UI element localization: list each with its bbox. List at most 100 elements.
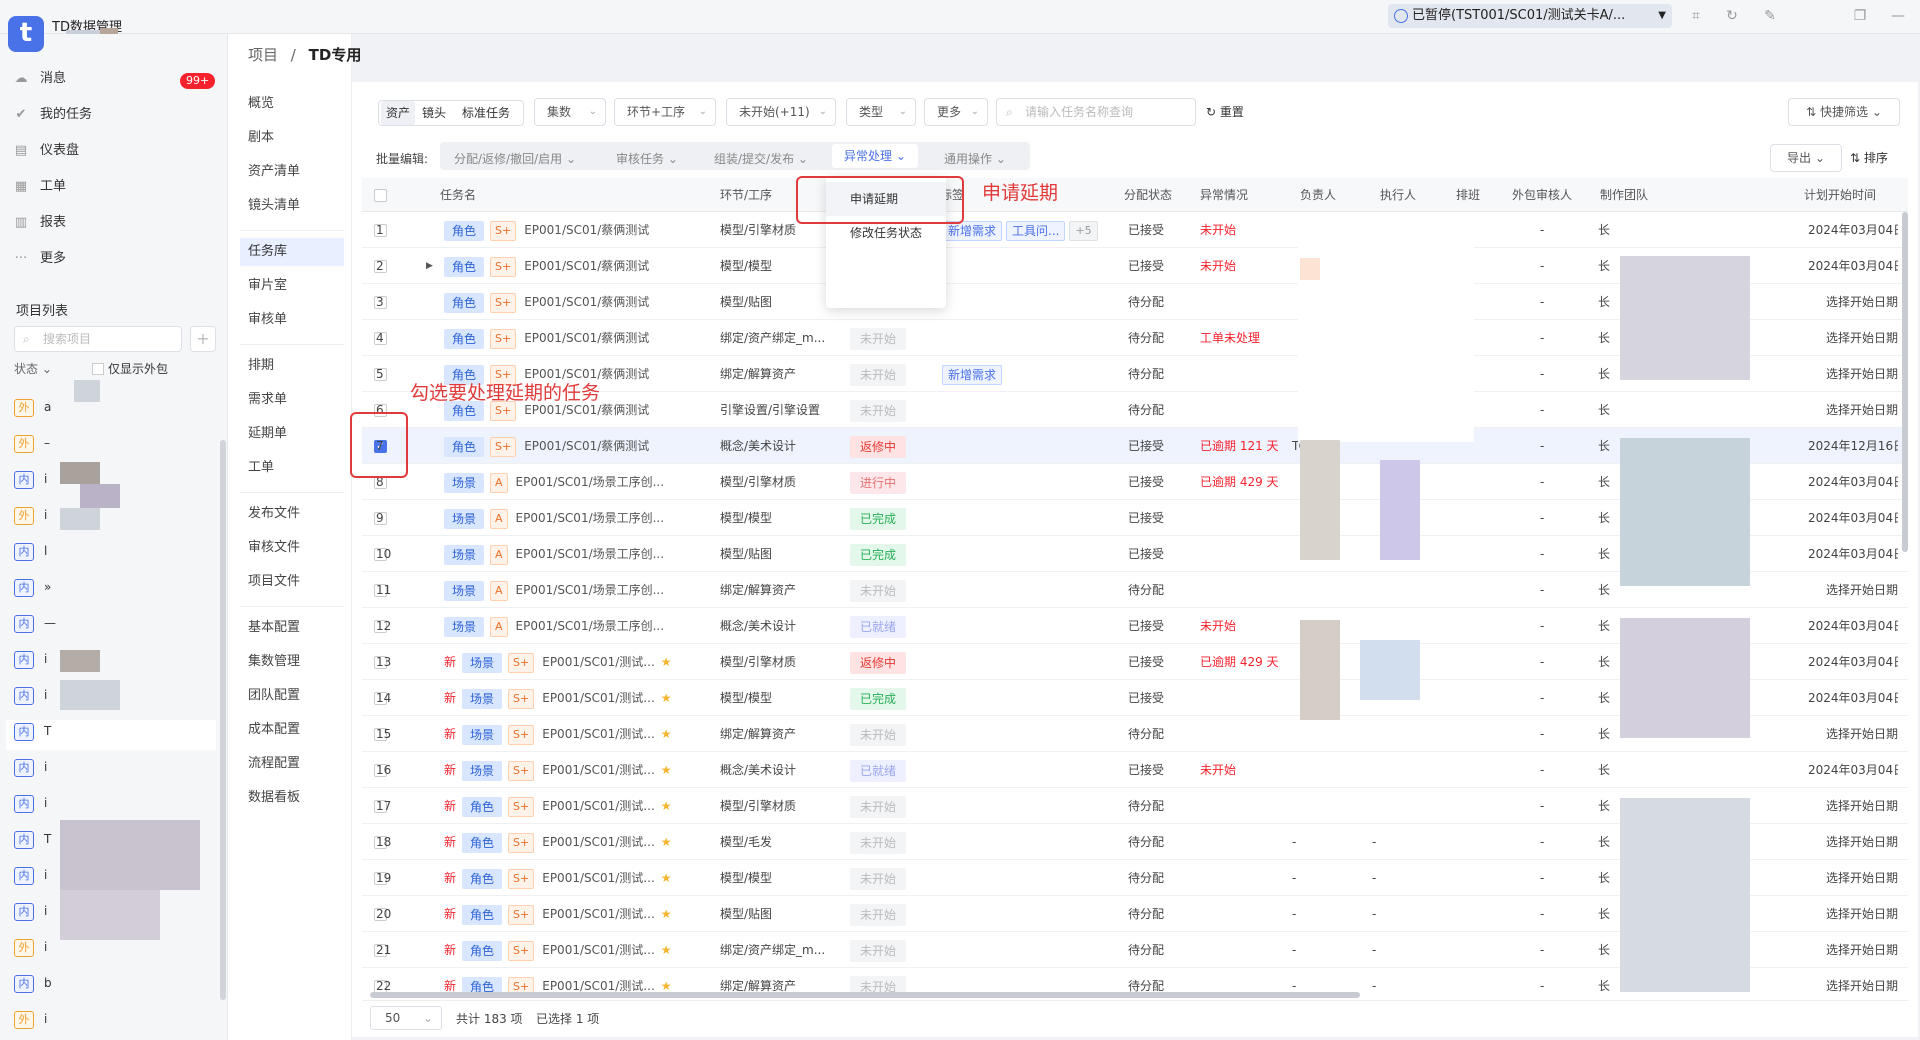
star-icon[interactable]: ★ xyxy=(661,655,672,669)
plan-start-date[interactable]: 2024年03月04日 xyxy=(1808,644,1898,680)
plan-start-date[interactable]: 选择开始日期 xyxy=(1808,968,1898,994)
plan-start-date[interactable]: 2024年03月04日 xyxy=(1808,248,1898,284)
star-icon[interactable]: ★ xyxy=(661,907,672,921)
project-nav-group3-1[interactable]: 需求单 xyxy=(240,386,344,414)
page-size-select[interactable]: 50 ⌄ xyxy=(370,1006,442,1030)
task-name-cell[interactable]: 新角色 S+ EP001/SC01/测试... ★ xyxy=(444,968,714,994)
project-nav-group5-4[interactable]: 流程配置 xyxy=(240,750,344,778)
running-task-selector[interactable]: 已暂停(TST001/SC01/测试关卡A/... ▼ xyxy=(1388,4,1672,28)
task-name-cell[interactable]: 新场景 S+ EP001/SC01/测试... ★ xyxy=(444,716,714,752)
col-outsource-reviewer[interactable]: 外包审核人 xyxy=(1512,178,1572,212)
plan-start-date[interactable]: 2024年03月04日 xyxy=(1808,500,1898,536)
tab-asset[interactable]: 资产 xyxy=(381,101,415,125)
nav-item-2[interactable]: ▤ 仪表盘 xyxy=(12,134,212,168)
col-task-name[interactable]: 任务名 xyxy=(440,178,476,212)
project-nav-group2-1[interactable]: 审片室 xyxy=(240,272,344,300)
plan-start-date[interactable]: 选择开始日期 xyxy=(1808,932,1898,968)
only-external-checkbox[interactable]: 仅显示外包 xyxy=(92,360,168,377)
step-filter[interactable]: 环节+工序 ⌄ xyxy=(614,98,716,126)
task-name-cell[interactable]: 新场景 S+ EP001/SC01/测试... ★ xyxy=(444,644,714,680)
project-name[interactable]: T xyxy=(44,832,54,846)
executor[interactable]: - xyxy=(1372,860,1376,896)
horizontal-scrollbar[interactable] xyxy=(370,992,1360,998)
owner[interactable]: - xyxy=(1292,860,1296,896)
task-name-cell[interactable]: 角色 S+ EP001/SC01/蔡俩测试 xyxy=(444,248,714,284)
refresh-icon[interactable]: ↻ xyxy=(1724,8,1740,24)
col-exception[interactable]: 异常情况 xyxy=(1200,178,1248,212)
task-name-cell[interactable]: 场景 A EP001/SC01/场景工序创... xyxy=(444,464,714,500)
restore-icon[interactable]: ❐ xyxy=(1852,8,1868,24)
star-icon[interactable]: ★ xyxy=(661,871,672,885)
col-executor[interactable]: 执行人 xyxy=(1380,178,1416,212)
project-search-input[interactable]: ⌕ 搜索项目 xyxy=(14,326,182,352)
owner[interactable]: - xyxy=(1292,968,1296,994)
project-name[interactable]: i xyxy=(44,760,54,774)
project-name[interactable]: l xyxy=(44,544,54,558)
pin-icon[interactable]: ✎ xyxy=(1762,8,1778,24)
project-nav-group2-0[interactable]: 任务库 xyxy=(240,238,344,266)
status-filter[interactable]: 状态 ⌄ xyxy=(14,360,52,377)
table-row[interactable]: 16 新场景 S+ EP001/SC01/测试... ★ 概念/美术设计 已就绪 已接受 未开始… xyxy=(362,752,1908,788)
col-step[interactable]: 环节/工序 xyxy=(720,178,772,212)
reset-button[interactable]: ↻ 重置 xyxy=(1206,98,1244,126)
tab-shot[interactable]: 镜头 xyxy=(419,101,449,125)
project-nav-group3-0[interactable]: 排期 xyxy=(240,352,344,380)
project-nav-group4-2[interactable]: 项目文件 xyxy=(240,568,344,596)
select-all-checkbox[interactable] xyxy=(374,189,387,202)
task-name-cell[interactable]: 新角色 S+ EP001/SC01/测试... ★ xyxy=(444,788,714,824)
task-name-cell[interactable]: 新角色 S+ EP001/SC01/测试... ★ xyxy=(444,896,714,932)
col-plan-start[interactable]: 计划开始时间 xyxy=(1804,178,1876,212)
project-name[interactable]: b xyxy=(44,976,54,990)
plan-start-date[interactable]: 2024年03月04日 xyxy=(1808,464,1898,500)
executor[interactable]: - xyxy=(1372,932,1376,968)
more-tags[interactable]: +5 xyxy=(1069,220,1098,241)
project-nav-group5-5[interactable]: 数据看板 xyxy=(240,784,344,812)
plan-start-date[interactable]: 选择开始日期 xyxy=(1808,716,1898,752)
table-row[interactable]: 1 角色 S+ EP001/SC01/蔡俩测试 模型/引擎材质 新增需求 工具问... +5 已… xyxy=(362,212,1908,248)
project-nav-group1-1[interactable]: 剧本 xyxy=(240,124,344,152)
plan-start-date[interactable]: 选择开始日期 xyxy=(1808,284,1898,320)
batch-general-dropdown[interactable]: 通用操作 ⌄ xyxy=(944,150,1006,167)
plan-start-date[interactable]: 2024年03月04日 xyxy=(1808,608,1898,644)
plan-start-date[interactable]: 选择开始日期 xyxy=(1808,860,1898,896)
owner[interactable]: - xyxy=(1292,824,1296,860)
plan-start-date[interactable]: 2024年03月04日 xyxy=(1808,680,1898,716)
project-name[interactable]: i xyxy=(44,472,54,486)
project-nav-group5-1[interactable]: 集数管理 xyxy=(240,648,344,676)
more-filter[interactable]: 更多 ⌄ xyxy=(924,98,988,126)
vertical-scrollbar[interactable] xyxy=(1902,212,1908,552)
executor[interactable]: - xyxy=(1372,896,1376,932)
task-name-cell[interactable]: 场景 A EP001/SC01/场景工序创... xyxy=(444,500,714,536)
episode-filter[interactable]: 集数 ⌄ xyxy=(534,98,606,126)
nav-item-5[interactable]: ··· 更多 xyxy=(12,242,212,276)
project-nav-group1-3[interactable]: 镜头清单 xyxy=(240,192,344,220)
star-icon[interactable]: ★ xyxy=(661,835,672,849)
star-icon[interactable]: ★ xyxy=(661,727,672,741)
task-name-cell[interactable]: 角色 S+ EP001/SC01/蔡俩测试 xyxy=(444,284,714,320)
task-name-cell[interactable]: 角色 S+ EP001/SC01/蔡俩测试 xyxy=(444,320,714,356)
task-name-cell[interactable]: 新角色 S+ EP001/SC01/测试... ★ xyxy=(444,824,714,860)
project-name[interactable]: i xyxy=(44,688,54,702)
project-nav-group5-3[interactable]: 成本配置 xyxy=(240,716,344,744)
tag-chip[interactable]: 工具问... xyxy=(1006,220,1066,241)
add-project-button[interactable]: + xyxy=(190,326,216,352)
batch-assemble-dropdown[interactable]: 组装/提交/发布 ⌄ xyxy=(714,150,808,167)
task-name-cell[interactable]: 场景 A EP001/SC01/场景工序创... xyxy=(444,536,714,572)
owner[interactable]: - xyxy=(1292,932,1296,968)
sidebar-scrollbar[interactable] xyxy=(220,440,226,1000)
project-name[interactable]: i xyxy=(44,868,54,882)
star-icon[interactable]: ★ xyxy=(661,763,672,777)
quick-filter-button[interactable]: ⇅ 快捷筛选 ⌄ xyxy=(1788,98,1900,126)
project-nav-group5-2[interactable]: 团队配置 xyxy=(240,682,344,710)
gamepad-icon[interactable]: ⌗ xyxy=(1688,8,1704,24)
star-icon[interactable]: ★ xyxy=(661,691,672,705)
task-name-cell[interactable]: 新场景 S+ EP001/SC01/测试... ★ xyxy=(444,680,714,716)
project-nav-group3-3[interactable]: 工单 xyxy=(240,454,344,482)
project-nav-group5-0[interactable]: 基本配置 xyxy=(240,614,344,642)
col-assign-status[interactable]: 分配状态 xyxy=(1124,178,1172,212)
sort-button[interactable]: ⇅ 排序 xyxy=(1850,144,1888,172)
project-nav-group4-0[interactable]: 发布文件 xyxy=(240,500,344,528)
project-name[interactable]: T xyxy=(44,724,54,738)
project-nav-group3-2[interactable]: 延期单 xyxy=(240,420,344,448)
col-team[interactable]: 制作团队 xyxy=(1600,178,1648,212)
